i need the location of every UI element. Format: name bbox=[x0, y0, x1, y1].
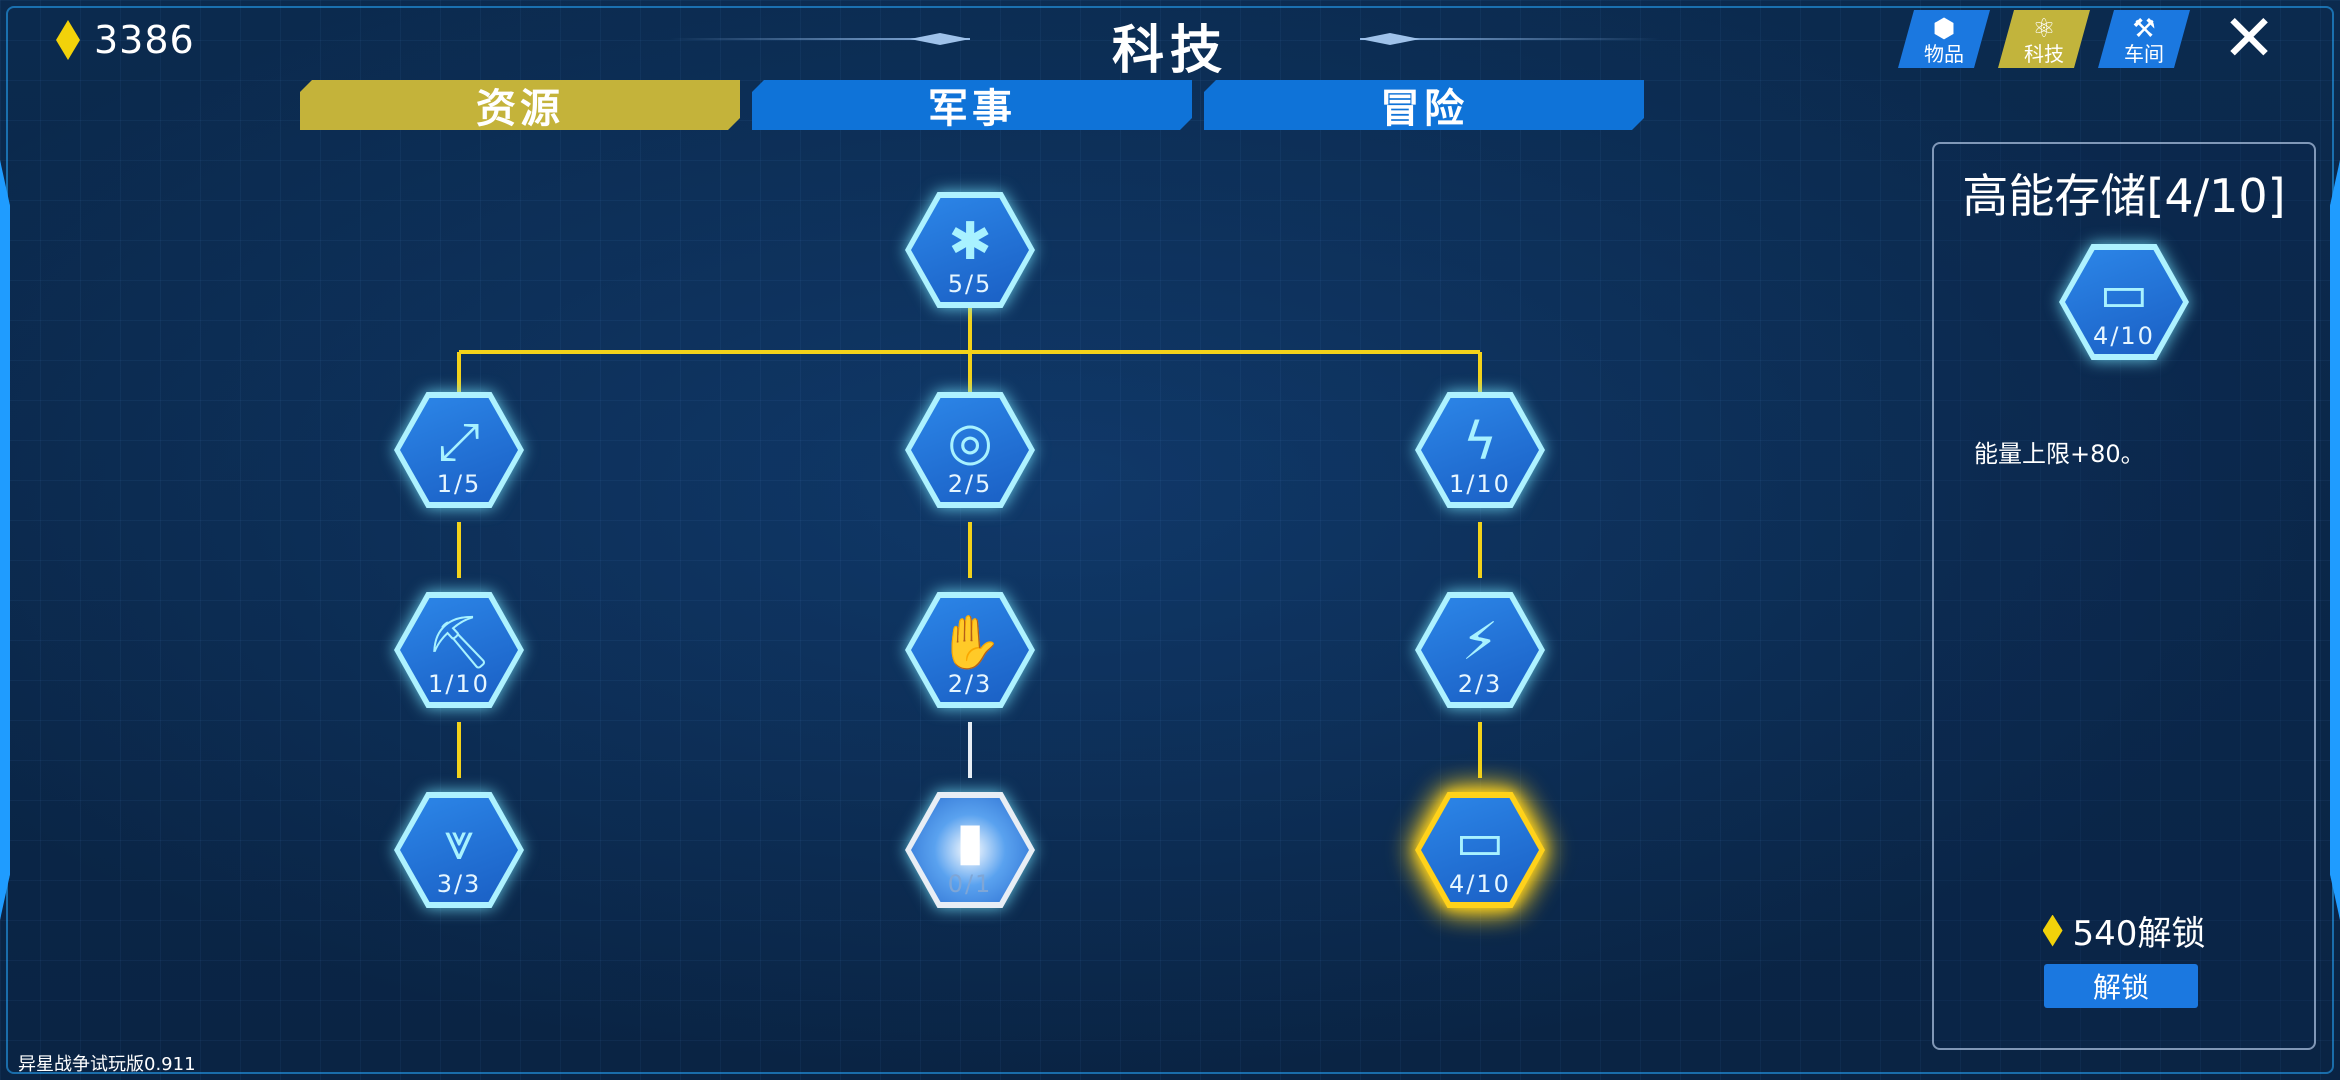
tech-node-pickaxe[interactable]: ⛏ 1/10 bbox=[394, 592, 524, 708]
tech-node-glove[interactable]: ✋ 2/3 bbox=[905, 592, 1035, 708]
tech-node-lightning[interactable]: ϟ 1/10 bbox=[1415, 392, 1545, 508]
tech-node-root[interactable]: ✱ 5/5 bbox=[905, 192, 1035, 308]
unlock-cost-text: 540解锁 bbox=[2072, 914, 2206, 954]
node-level: 3/3 bbox=[436, 870, 482, 898]
detail-node-icon: ▭ 4/10 bbox=[2059, 244, 2189, 360]
pickaxe-icon: ⛏ bbox=[425, 612, 492, 673]
tech-node-drill[interactable]: ⩔ 3/3 bbox=[394, 792, 524, 908]
node-level: 0/1 bbox=[947, 870, 993, 898]
expand-arrows-icon: ⤢ bbox=[438, 411, 480, 472]
web-icon: ✱ bbox=[948, 212, 992, 272]
node-level: 1/10 bbox=[1449, 470, 1511, 498]
unlock-button[interactable]: 解锁 bbox=[2044, 964, 2198, 1008]
detail-description: 能量上限+80。 bbox=[1974, 440, 2145, 468]
target-icon: ◎ bbox=[947, 412, 993, 472]
glove-icon: ✋ bbox=[937, 612, 1003, 673]
detail-panel: 高能存储[4/10] ▭ 4/10 能量上限+80。 540解锁 解锁 bbox=[1932, 142, 2316, 1050]
battery-icon: ▭ bbox=[2099, 264, 2149, 324]
locked-module-icon: ▮ bbox=[955, 812, 985, 872]
node-level: 2/5 bbox=[947, 470, 993, 498]
tech-node-battery-selected[interactable]: ▭ 4/10 bbox=[1415, 792, 1545, 908]
tech-node-locked[interactable]: ▮ 0/1 bbox=[905, 792, 1035, 908]
version-label: 异星战争试玩版0.911 bbox=[18, 1054, 196, 1075]
diamond-icon bbox=[2042, 914, 2063, 947]
drill-icon: ⩔ bbox=[444, 811, 474, 872]
detail-title: 高能存储[4/10] bbox=[1962, 169, 2286, 223]
node-level: 2/3 bbox=[947, 670, 993, 698]
lightning-icon: ϟ bbox=[1462, 412, 1498, 472]
charger-icon: ⚡ bbox=[1461, 612, 1499, 672]
node-level: 1/10 bbox=[428, 670, 490, 698]
tech-node-expand[interactable]: ⤢ 1/5 bbox=[394, 392, 524, 508]
node-level: 4/10 bbox=[1449, 870, 1511, 898]
detail-node-level: 4/10 bbox=[2093, 322, 2155, 350]
battery-icon: ▭ bbox=[1455, 812, 1505, 872]
tech-node-target[interactable]: ◎ 2/5 bbox=[905, 392, 1035, 508]
node-level: 1/5 bbox=[436, 470, 482, 498]
tech-node-charger[interactable]: ⚡ 2/3 bbox=[1415, 592, 1545, 708]
node-level: 5/5 bbox=[947, 270, 993, 298]
unlock-cost: 540解锁 bbox=[1934, 906, 2314, 955]
node-level: 2/3 bbox=[1457, 670, 1503, 698]
